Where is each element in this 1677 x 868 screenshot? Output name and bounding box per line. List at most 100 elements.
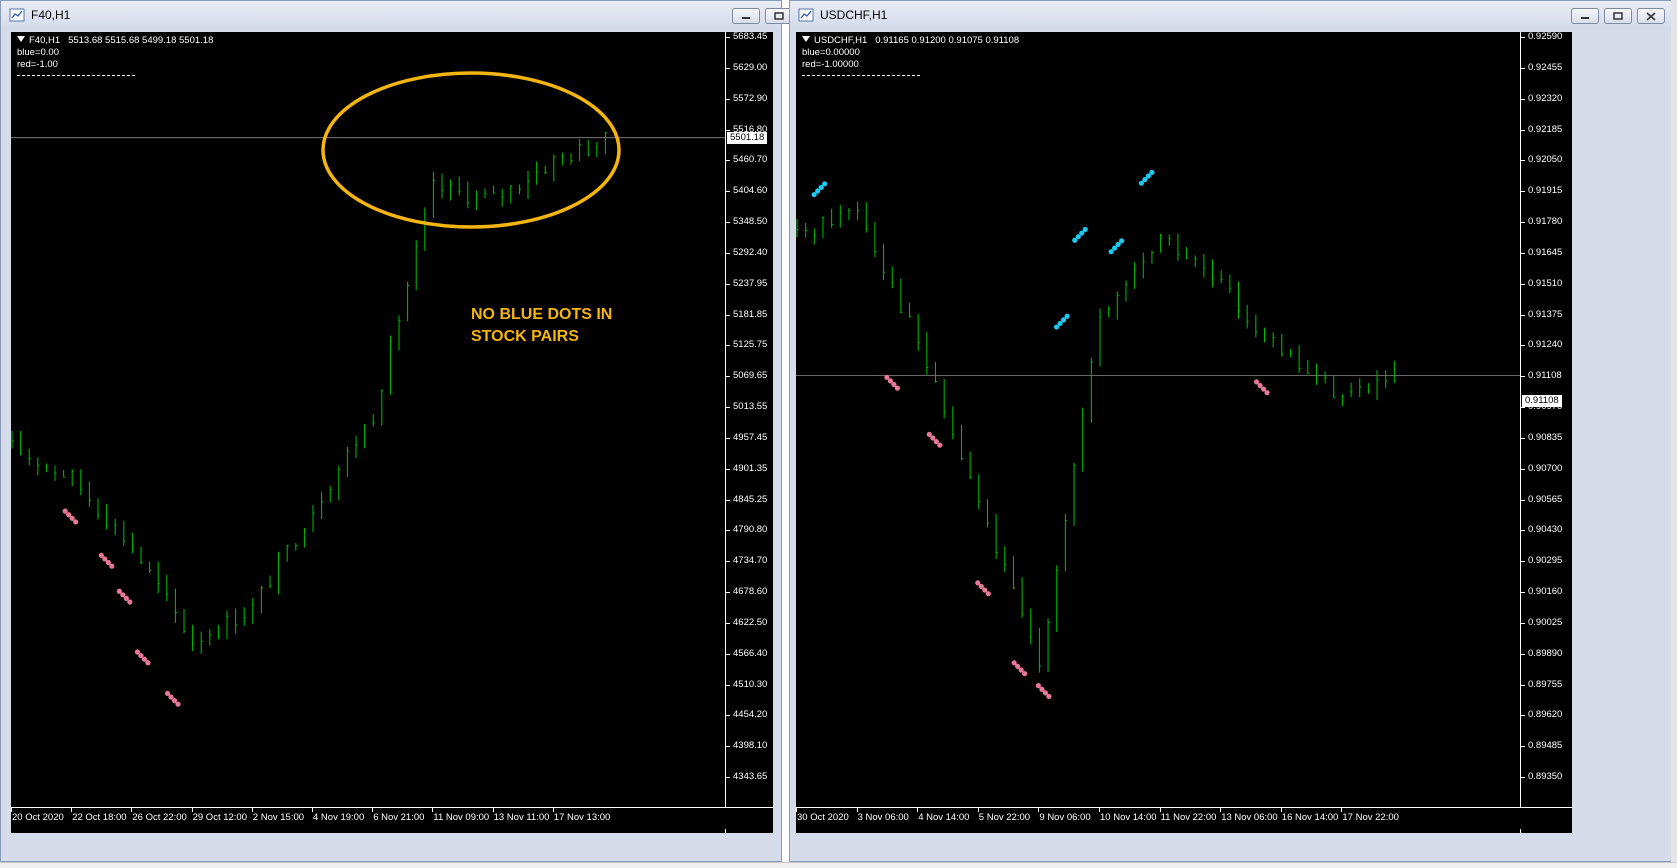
price-axis-label: 5572.90 <box>733 92 768 104</box>
price-axis-tick <box>1521 376 1525 378</box>
price-axis-tick <box>726 622 730 624</box>
price-axis-tick <box>726 592 730 593</box>
price-axis-label: 0.90835 <box>1528 431 1563 443</box>
price-axis-label: 4678.60 <box>733 586 768 597</box>
time-axis-label: 6 Nov 21:00 <box>373 812 425 823</box>
price-axis-label: 0.91510 <box>1528 277 1563 289</box>
price-axis-tick <box>726 252 730 254</box>
price-axis-tick <box>1521 252 1525 254</box>
price-axis-label: 0.92590 <box>1528 31 1563 42</box>
indicator-blue-value: blue=0.00 <box>17 47 59 58</box>
price-axis-label: 5683.45 <box>733 31 768 42</box>
price-axis-tick <box>726 437 730 439</box>
red-dot <box>894 385 900 391</box>
price-axis-tick <box>1521 160 1525 162</box>
price-axis-tick <box>1521 283 1525 285</box>
vertical-scrollbar[interactable] <box>1671 0 1677 862</box>
price-axis-label: 0.92455 <box>1528 61 1563 73</box>
price-axis-label: 5069.65 <box>733 370 768 382</box>
price-chart-f40 <box>11 71 725 707</box>
price-axis-tick <box>726 376 730 378</box>
time-axis-label: 17 Nov 22:00 <box>1342 812 1399 823</box>
minimize-button[interactable] <box>1571 8 1599 24</box>
price-axis-tick <box>1521 530 1525 532</box>
price-axis-tick <box>726 715 730 717</box>
price-axis-label: 4566.40 <box>733 647 768 659</box>
price-axis-tick <box>1521 715 1525 717</box>
ohlc-bars <box>796 201 1396 673</box>
price-axis-label: 0.91240 <box>1528 339 1563 351</box>
price-axis-tick <box>726 530 730 532</box>
blue-dot <box>1064 313 1070 319</box>
price-axis[interactable]: 0.92590 0.92455 0.92320 0.92185 0.92050 0.919… <box>1520 31 1572 833</box>
price-axis-label: 4398.10 <box>733 740 768 752</box>
price-axis-tick <box>1521 129 1525 131</box>
chart-window-f40: F40,H1 F40,H1 5513.68 5515.68 5499.18 55… <box>0 0 793 862</box>
price-axis-tick <box>1521 67 1525 69</box>
price-axis-label: 4845.25 <box>733 493 768 505</box>
time-axis-label: 26 Oct 22:00 <box>132 812 187 823</box>
time-axis-label: 5 Nov 22:00 <box>978 812 1031 823</box>
indicator-red-value: red=-1.00 <box>17 59 58 70</box>
chart-plot-area[interactable]: USDCHF,H1 0.91165 0.91200 0.91075 0.9110… <box>796 32 1520 833</box>
price-axis-label: 0.89890 <box>1528 647 1563 659</box>
close-button[interactable] <box>1637 8 1665 24</box>
price-axis-tick <box>726 407 730 408</box>
red-dot <box>1264 390 1270 396</box>
price-axis-label: 0.91915 <box>1528 185 1563 197</box>
window-titlebar[interactable]: USDCHF,H1 <box>790 1 1676 29</box>
price-axis-tick <box>1521 37 1525 38</box>
price-axis-tick <box>1521 777 1525 778</box>
price-axis-tick <box>726 160 730 162</box>
price-axis-tick <box>726 222 730 223</box>
minimize-button[interactable] <box>732 8 760 24</box>
price-axis-tick <box>726 746 730 748</box>
price-axis-tick <box>726 499 730 501</box>
price-axis-tick <box>726 561 730 563</box>
time-axis-label: 9 Nov 06:00 <box>1039 812 1091 823</box>
maximize-button[interactable] <box>1604 8 1632 24</box>
ohlc-bars <box>11 132 607 654</box>
ohlc-readout: USDCHF,H1 0.91165 0.91200 0.91075 0.9110… <box>802 35 1019 47</box>
window-title: USDCHF,H1 <box>820 8 888 22</box>
red-dot <box>1046 693 1052 700</box>
minimize-icon <box>742 17 750 19</box>
price-axis-tick <box>726 777 730 778</box>
maximize-icon <box>1613 12 1623 20</box>
collapse-triangle-icon[interactable] <box>802 36 810 42</box>
time-axis[interactable]: 30 Oct 2020 3 Nov 06:00 4 Nov 14:00 5 Nov 2… <box>796 807 1572 829</box>
price-axis-tick <box>1521 437 1525 439</box>
chart-plot-area[interactable]: F40,H1 5513.68 5515.68 5499.18 5501.18 b… <box>11 32 725 833</box>
price-axis-tick <box>1521 684 1525 686</box>
price-axis-label: 0.90160 <box>1528 586 1563 597</box>
time-axis-label: 10 Nov 14:00 <box>1100 812 1157 823</box>
window-title: F40,H1 <box>31 8 71 22</box>
time-axis-label: 20 Oct 2020 <box>12 812 64 823</box>
time-axis[interactable]: 20 Oct 2020 22 Oct 18:00 26 Oct 22:00 29 Oc… <box>11 807 773 829</box>
window-titlebar[interactable]: F40,H1 <box>1 1 793 29</box>
price-axis[interactable]: 5683.45 5629.00 5572.90 5516.80 5460.70 5404.… <box>725 31 773 833</box>
maximize-icon <box>774 12 784 20</box>
time-axis-label: 17 Nov 13:00 <box>553 812 611 823</box>
collapse-triangle-icon[interactable] <box>17 36 25 42</box>
time-axis-label: 13 Nov 06:00 <box>1221 812 1278 823</box>
price-axis-label: 4734.70 <box>733 555 768 567</box>
price-axis-label: 5237.95 <box>733 277 768 289</box>
chart-window-usdchf: USDCHF,H1 USDCHF,H1 0.91165 0.91200 0.91… <box>789 0 1677 862</box>
price-axis-label: 4790.80 <box>733 524 768 536</box>
price-axis-label: 0.91780 <box>1528 216 1563 227</box>
price-axis-label: 5629.00 <box>733 61 768 73</box>
price-axis-tick <box>1521 746 1525 748</box>
price-axis-label: 0.90565 <box>1528 493 1563 505</box>
minimize-icon <box>1581 17 1589 19</box>
price-axis-label: 0.90430 <box>1528 524 1563 536</box>
price-axis-tick <box>726 653 730 655</box>
ohlc-text: F40,H1 5513.68 5515.68 5499.18 5501.18 <box>29 35 214 46</box>
price-axis-tick <box>726 314 730 316</box>
red-dot <box>145 660 151 666</box>
price-axis-tick <box>1521 622 1525 624</box>
price-axis-tick <box>1521 499 1525 501</box>
indicator-blue-value: blue=0.00000 <box>802 47 860 58</box>
price-axis-label: 5348.50 <box>733 216 768 227</box>
red-dot <box>937 442 943 448</box>
